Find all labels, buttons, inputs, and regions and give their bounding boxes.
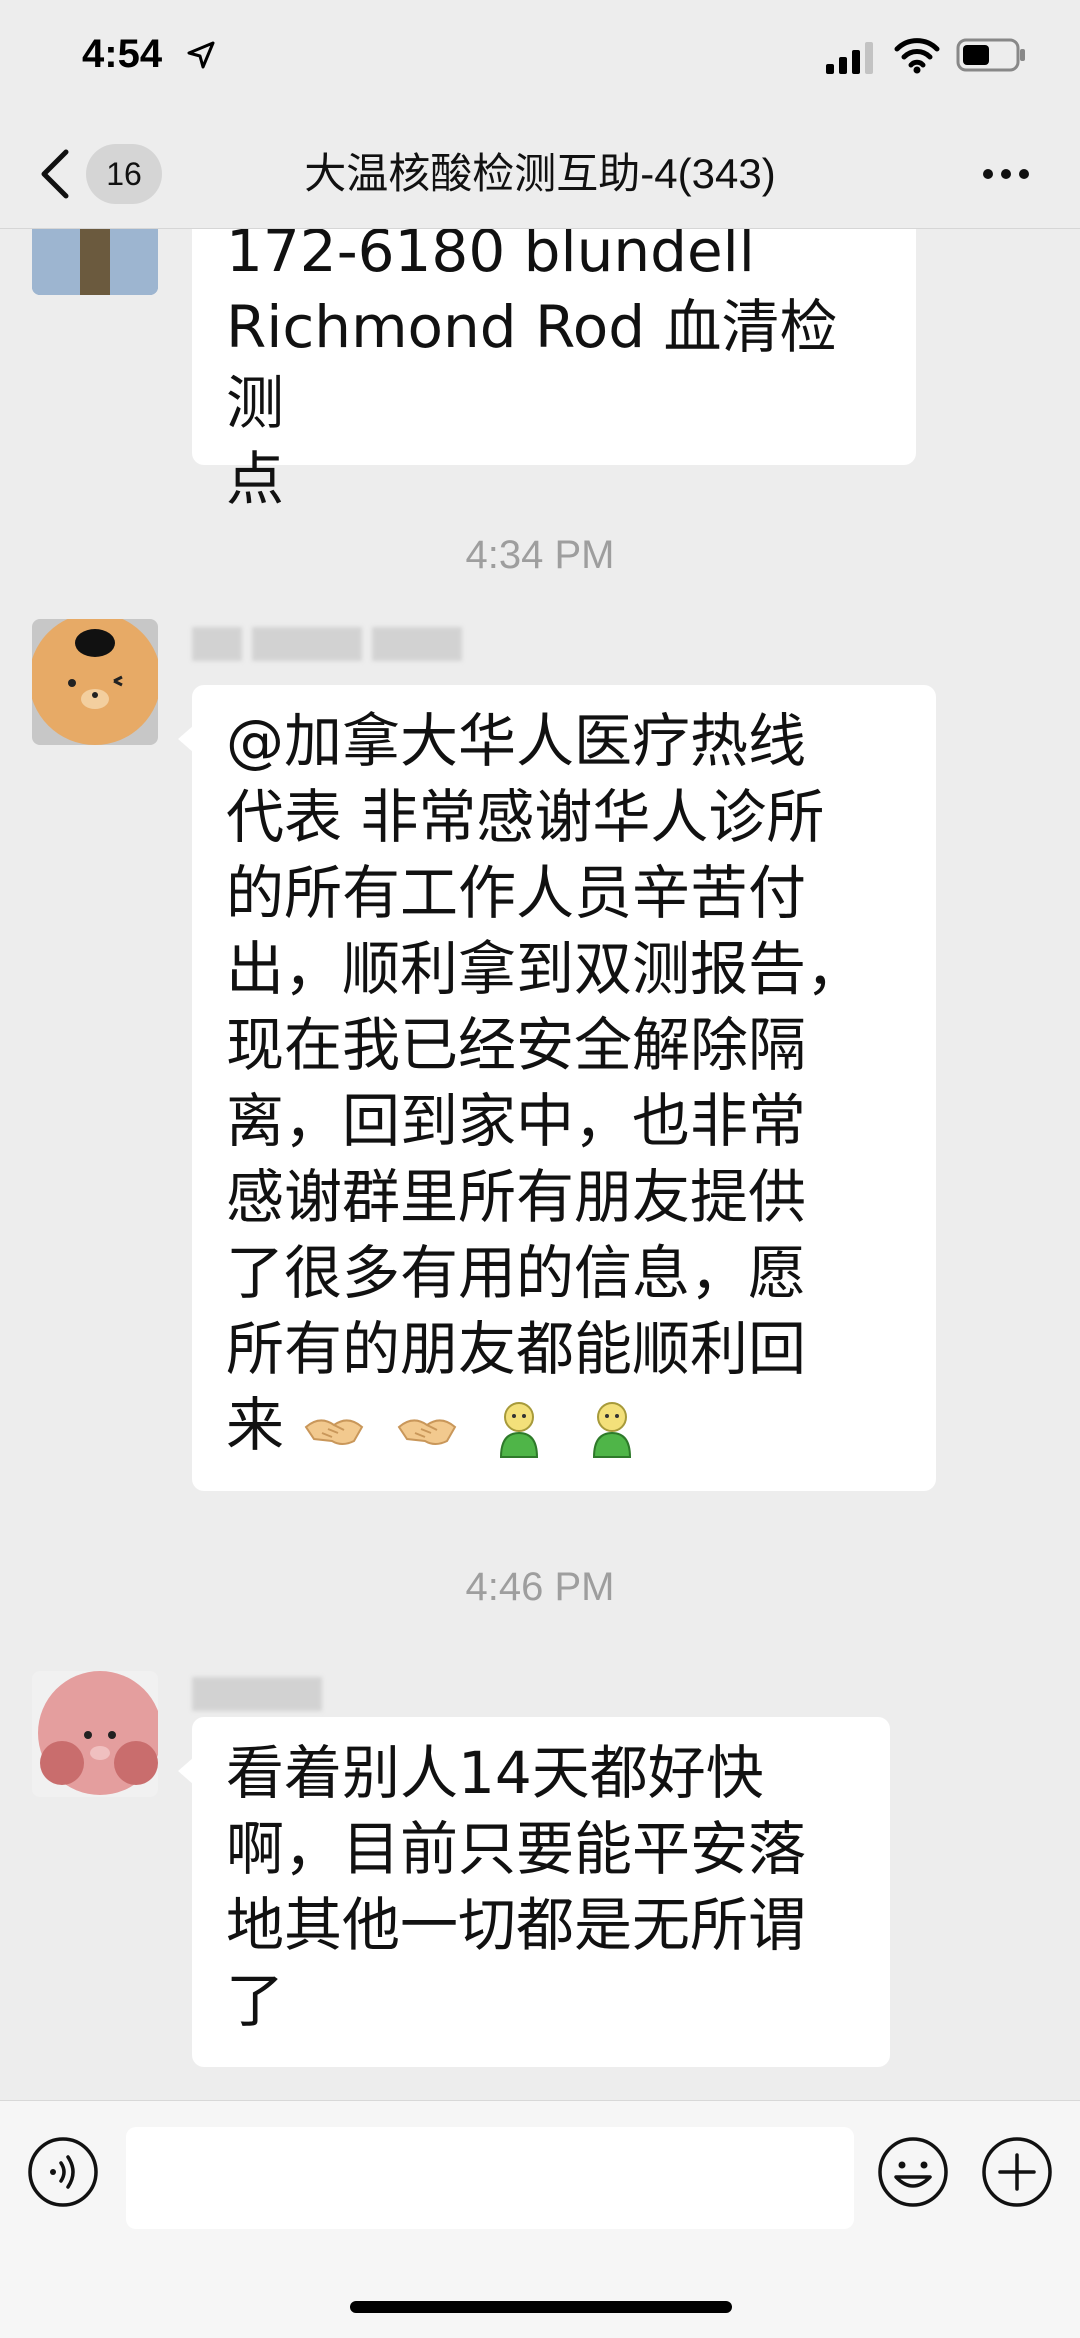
chat-title: 大温核酸检测互助-4(343)	[304, 150, 776, 197]
message-line: @加拿大华人医疗热线	[226, 707, 807, 775]
cellular-signal-icon	[826, 42, 873, 74]
message-line: 了很多有用的信息，愿	[226, 1239, 807, 1307]
more-dots-icon[interactable]	[980, 154, 1032, 194]
message-line: 出，顺利拿到双测报告，	[226, 935, 865, 1003]
handshake-icon	[397, 1419, 457, 1445]
message-line: 地其他一切都是无所谓	[226, 1891, 807, 1959]
green-person-icon	[592, 1401, 631, 1458]
message-line: 点	[226, 445, 285, 513]
chat-header: 大温核酸检测互助-4(343) 16	[0, 120, 1080, 229]
input-bar	[0, 2100, 1080, 2338]
sender-name	[192, 1677, 332, 1717]
message-line: 现在我已经安全解除隔	[226, 1011, 807, 1079]
handshake-icon	[305, 1419, 364, 1445]
message-bubble[interactable]: @加拿大华人医疗热线 代表 非常感谢华人诊所 的所有工作人员辛苦付 出，顺利拿到…	[178, 685, 936, 1491]
message-line-last: 来	[226, 1387, 902, 1463]
battery-icon	[956, 38, 1025, 72]
timestamp: 4:46 PM	[465, 1565, 615, 1609]
message-line: 所有的朋友都能顺利回	[226, 1315, 807, 1383]
plus-circle-icon[interactable]	[980, 2135, 1054, 2209]
status-time: 4:54	[82, 32, 163, 76]
voice-icon[interactable]	[26, 2135, 100, 2209]
avatar[interactable]	[32, 229, 158, 295]
message-line: 代表 非常感谢华人诊所	[226, 783, 825, 851]
bear-avatar-icon	[32, 619, 158, 745]
chevron-left-icon[interactable]	[36, 146, 76, 202]
message-line: Richmond Rod 血清检测	[226, 293, 838, 437]
pink-bear-avatar-icon	[32, 1671, 158, 1797]
avatar[interactable]	[32, 619, 158, 745]
status-bar: 4:54	[0, 0, 1080, 120]
green-person-icon	[500, 1401, 539, 1458]
message-line: 的所有工作人员辛苦付	[226, 859, 807, 927]
sender-name	[192, 627, 472, 667]
message-bubble[interactable]: 172-6180 blundell Richmond Rod 血清检测 点	[192, 229, 916, 513]
message-bubble[interactable]: 看着别人14天都好快 啊，目前只要能平安落 地其他一切都是无所谓 了	[178, 1717, 890, 2067]
message-line: 172-6180 blundell	[226, 229, 755, 285]
message-input[interactable]	[126, 2127, 854, 2229]
wifi-icon	[894, 38, 940, 74]
message-line: 离，回到家中，也非常	[226, 1087, 807, 1155]
timestamp: 4:34 PM	[465, 533, 615, 577]
message-line: 了	[226, 1967, 285, 2035]
message-line: 来	[226, 1391, 285, 1459]
avatar[interactable]	[32, 1671, 158, 1797]
unread-badge[interactable]: 16	[86, 144, 162, 204]
message-list[interactable]: 172-6180 blundell Richmond Rod 血清检测 点 4:…	[0, 229, 1080, 2099]
message-line: 感谢群里所有朋友提供	[226, 1163, 807, 1231]
message-line: 啊，目前只要能平安落	[226, 1815, 807, 1883]
avatar-image-icon	[32, 229, 158, 295]
message-line: 看着别人14天都好快	[226, 1739, 764, 1807]
location-arrow-icon	[187, 41, 215, 69]
smiley-icon[interactable]	[876, 2135, 950, 2209]
home-indicator[interactable]	[350, 2301, 732, 2313]
